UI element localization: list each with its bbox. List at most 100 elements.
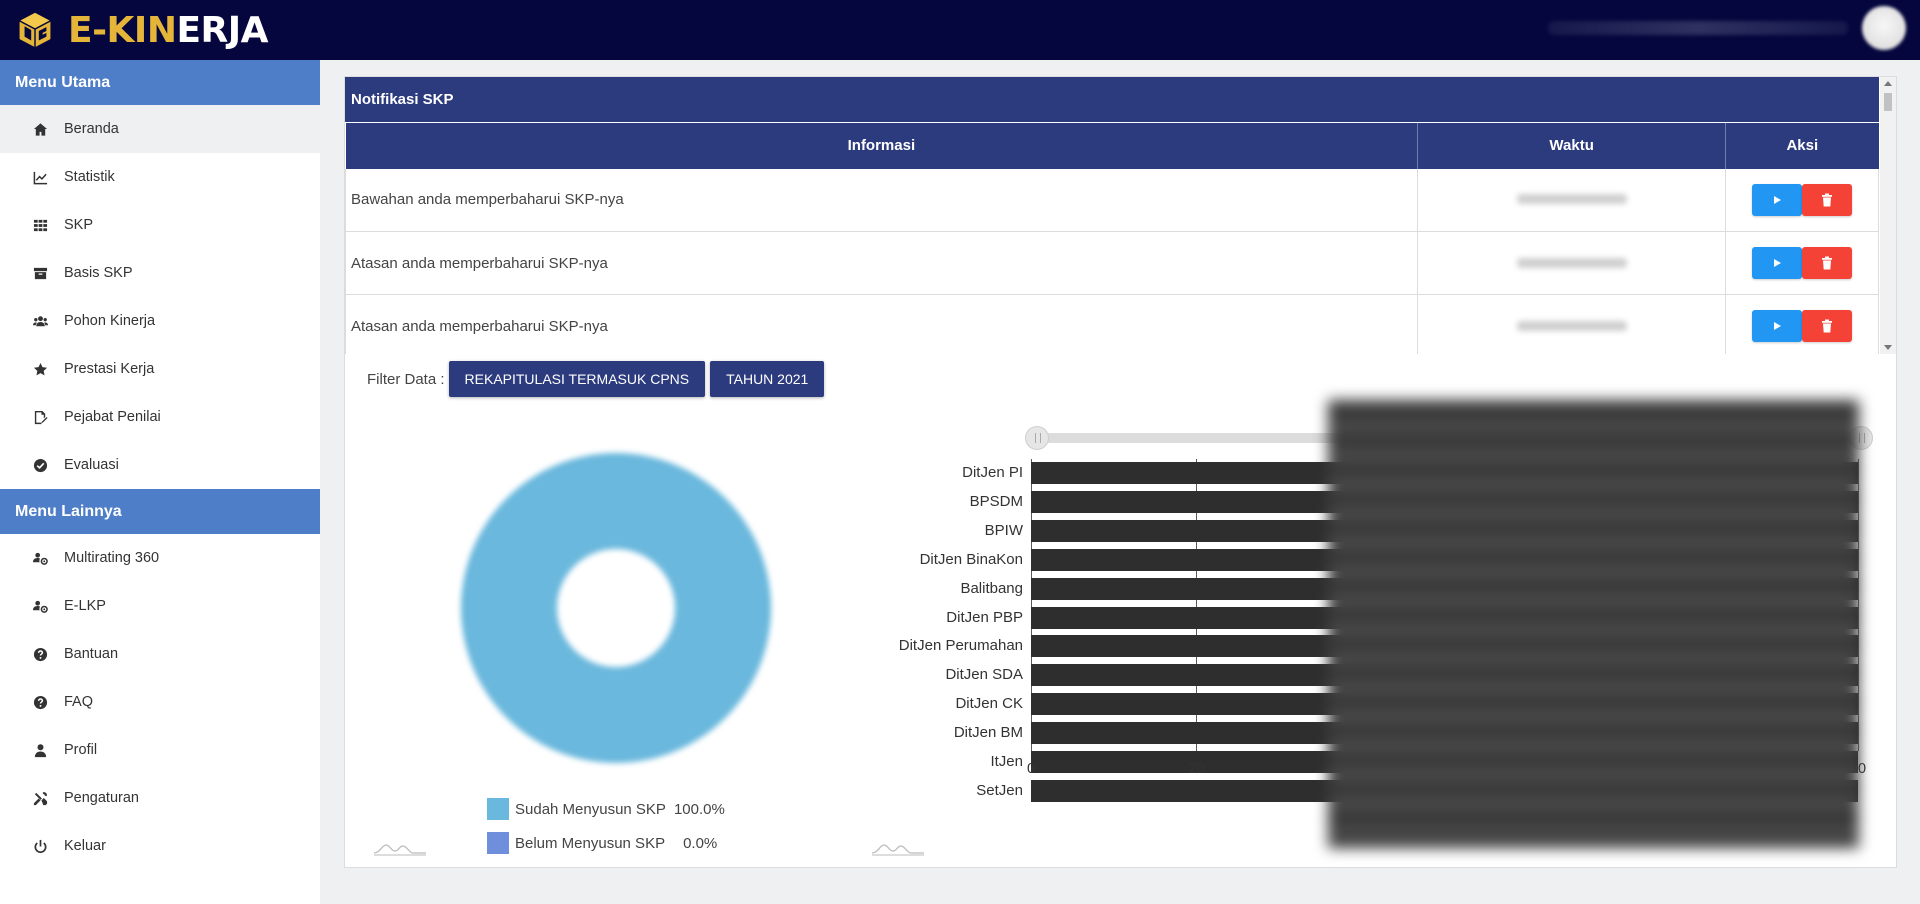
- question-circle-icon: [32, 646, 48, 662]
- menu-lainnya-header: Menu Lainnya: [0, 489, 320, 534]
- sidebar-item-pejabat-penilai[interactable]: Pejabat Penilai: [0, 393, 320, 441]
- redacted-chart-area: [1328, 400, 1859, 848]
- sidebar-item-multirating-360[interactable]: Multirating 360: [0, 534, 320, 582]
- sidebar-item-profil[interactable]: Profil: [0, 726, 320, 774]
- category-label: ItJen: [990, 753, 1023, 770]
- filter-tahun-button[interactable]: TAHUN 2021: [710, 361, 825, 397]
- play-icon: [1774, 259, 1782, 267]
- sidebar-item-label: Beranda: [64, 121, 119, 137]
- sidebar-item-keluar[interactable]: Keluar: [0, 822, 320, 870]
- trash-icon: [1822, 193, 1833, 207]
- scroll-up-arrow[interactable]: [1884, 81, 1892, 86]
- sidebar-item-label: Basis SKP: [64, 265, 133, 281]
- column-header-informasi: Informasi: [345, 122, 1418, 169]
- sidebar-item-basis-skp[interactable]: Basis SKP: [0, 249, 320, 297]
- notification-scrollbar[interactable]: [1880, 77, 1896, 354]
- table-row: Bawahan anda memperbaharui SKP-nya: [345, 168, 1879, 232]
- trash-icon: [1822, 319, 1833, 333]
- user-name-redacted: [1548, 21, 1848, 35]
- home-icon: [32, 121, 48, 137]
- category-label: Balitbang: [960, 579, 1023, 597]
- x-tick-label: 0: [1026, 761, 1036, 777]
- legend-label: Belum Menyusun SKP: [515, 834, 666, 852]
- table-row: Atasan anda memperbaharui SKP-nya: [345, 231, 1879, 295]
- notification-time-redacted: [1417, 168, 1727, 232]
- delete-button[interactable]: [1802, 247, 1853, 279]
- signature-icon: [32, 409, 48, 425]
- range-handle-left[interactable]: [1025, 426, 1049, 450]
- category-label: DitJen CK: [955, 695, 1023, 713]
- column-header-waktu: Waktu: [1417, 122, 1726, 169]
- delete-button[interactable]: [1802, 183, 1853, 216]
- tools-icon: [32, 790, 48, 806]
- notification-table: Informasi Waktu Aksi Bawahan anda memper…: [345, 122, 1879, 354]
- notification-actions: [1725, 168, 1879, 232]
- column-header-aksi: Aksi: [1725, 122, 1879, 169]
- play-icon: [1774, 195, 1782, 204]
- legend-value: 0.0%: [683, 834, 718, 852]
- filter-rekapitulasi-button[interactable]: REKAPITULASI TERMASUK CPNS: [448, 361, 706, 397]
- category-label: SetJen: [976, 781, 1023, 799]
- star-icon: [32, 361, 48, 377]
- check-circle-icon: [32, 457, 48, 473]
- sidebar-item-label: Pohon Kinerja: [64, 313, 156, 329]
- sidebar-item-faq[interactable]: FAQ: [0, 678, 320, 726]
- notification-title: Notifikasi SKP: [345, 77, 1879, 122]
- sidebar-item-e-lkp[interactable]: E-LKP: [0, 582, 320, 630]
- app-logo[interactable]: E-KINERJA: [0, 0, 269, 60]
- x-tick-label: 20: [1188, 761, 1205, 777]
- category-label: DitJen BM: [953, 724, 1023, 742]
- sidebar-item-statistik[interactable]: Statistik: [0, 153, 320, 201]
- menu-utama-header: Menu Utama: [0, 60, 320, 105]
- user-icon: [32, 742, 48, 758]
- filter-label: Filter Data :: [367, 370, 445, 388]
- view-button[interactable]: [1752, 183, 1803, 216]
- sidebar-item-label: Bantuan: [64, 646, 119, 662]
- sidebar-item-skp[interactable]: SKP: [0, 201, 320, 249]
- sidebar-item-label: SKP: [64, 217, 94, 233]
- cube-logo-icon: [17, 11, 53, 49]
- category-label: DitJen Perumahan: [898, 637, 1023, 655]
- delete-button[interactable]: [1802, 310, 1853, 342]
- scroll-down-arrow[interactable]: [1884, 345, 1892, 350]
- category-label: DitJen SDA: [945, 666, 1023, 684]
- sidebar-item-label: E-LKP: [64, 598, 106, 614]
- notification-info: Bawahan anda memperbaharui SKP-nya: [345, 168, 1419, 232]
- question-circle-icon: [32, 694, 48, 710]
- users-cog-icon: [32, 598, 48, 614]
- top-navbar: E-KINERJA: [0, 0, 1920, 60]
- sidebar-item-label: FAQ: [64, 694, 94, 710]
- sidebar-item-label: Profil: [64, 742, 98, 758]
- sidebar-item-bantuan[interactable]: Bantuan: [0, 630, 320, 678]
- sidebar-item-label: Pengaturan: [64, 790, 139, 806]
- sidebar-item-beranda[interactable]: Beranda: [0, 105, 320, 153]
- users-icon: [32, 313, 48, 329]
- notification-time-redacted: [1417, 231, 1727, 295]
- sidebar-item-prestasi-kerja[interactable]: Prestasi Kerja: [0, 345, 320, 393]
- chart-watermark-icon: [871, 844, 924, 856]
- category-label: DitJen BinaKon: [919, 550, 1023, 568]
- sidebar-item-label: Pejabat Penilai: [64, 409, 161, 425]
- archive-icon: [32, 265, 48, 281]
- sidebar-item-label: Evaluasi: [64, 457, 119, 473]
- sidebar-item-pohon-kinerja[interactable]: Pohon Kinerja: [0, 297, 320, 345]
- notification-actions: [1725, 231, 1879, 295]
- sidebar-item-evaluasi[interactable]: Evaluasi: [0, 441, 320, 489]
- avatar[interactable]: [1862, 6, 1906, 50]
- sidebar-item-label: Prestasi Kerja: [64, 361, 155, 377]
- notification-box: Notifikasi SKP Informasi Waktu Aksi Bawa…: [345, 77, 1896, 354]
- users-cog-icon: [32, 550, 48, 566]
- table-row: Atasan anda memperbaharui SKP-nya: [345, 294, 1879, 354]
- sidebar-item-label: Multirating 360: [64, 550, 160, 566]
- scroll-thumb[interactable]: [1884, 93, 1892, 111]
- view-button[interactable]: [1752, 310, 1803, 342]
- app-title: E-KINERJA: [68, 9, 269, 51]
- notification-info: Atasan anda memperbaharui SKP-nya: [345, 231, 1419, 295]
- sidebar-item-pengaturan[interactable]: Pengaturan: [0, 774, 320, 822]
- user-menu[interactable]: [1548, 6, 1906, 50]
- power-icon: [32, 838, 48, 854]
- view-button[interactable]: [1752, 247, 1803, 279]
- category-label: DitJen PBP: [946, 608, 1023, 626]
- notification-time-redacted: [1417, 294, 1727, 354]
- sidebar-item-label: Keluar: [64, 838, 106, 854]
